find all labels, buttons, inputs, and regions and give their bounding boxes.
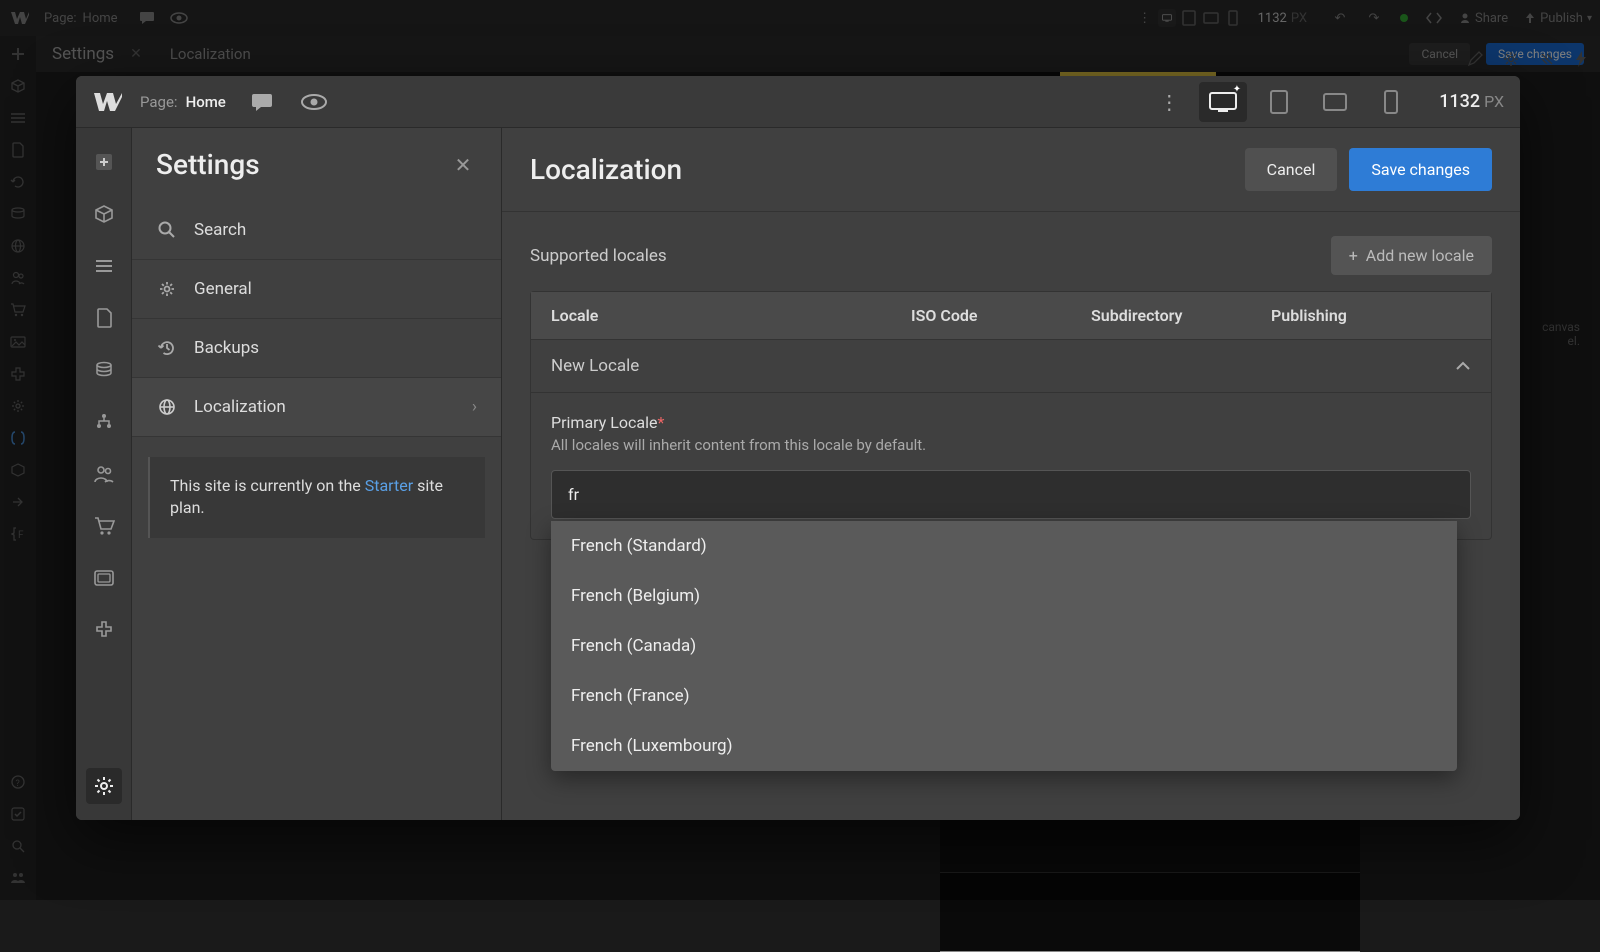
lines-icon[interactable] [86,248,122,284]
sidebar-item-localization[interactable]: Localization › [132,378,501,437]
more-icon[interactable]: ⋮ [1155,88,1183,116]
locale-search-input[interactable] [551,470,1471,519]
new-locale-row[interactable]: New Locale [531,339,1491,392]
chevron-right-icon: › [472,397,477,417]
save-changes-button[interactable]: Save changes [1349,148,1492,191]
dropdown-option[interactable]: French (Standard) [551,521,1457,571]
chevron-up-icon [1455,361,1471,371]
plus-icon: + [1349,246,1358,265]
box-icon[interactable] [86,196,122,232]
sidebar-item-backups[interactable]: Backups [132,319,501,378]
col-subdir: Subdirectory [1091,306,1271,325]
device-tablet-icon[interactable] [1255,82,1303,122]
sidebar-label-localization: Localization [194,397,286,417]
settings-gear-icon[interactable] [86,768,122,804]
settings-sidebar: Settings ✕ Search General Backups Locali… [132,128,502,820]
cms-icon[interactable] [86,352,122,388]
users-icon[interactable] [86,456,122,492]
history-icon [156,337,178,359]
dropdown-option[interactable]: French (France) [551,671,1457,721]
add-locale-label: Add new locale [1366,246,1474,265]
device-mobile-icon[interactable] [1367,82,1415,122]
col-iso: ISO Code [911,306,1091,325]
assets-icon[interactable] [86,560,122,596]
tree-icon[interactable] [86,404,122,440]
supported-locales-label: Supported locales [530,246,667,266]
callout-prefix: This site is currently on the [170,476,365,495]
sidebar-item-search[interactable]: Search [132,201,501,260]
ecommerce-icon[interactable] [86,508,122,544]
primary-locale-label: Primary Locale [551,413,657,432]
locale-form: Primary Locale* All locales will inherit… [531,392,1491,539]
star-badge-icon: ✦ [1233,84,1241,95]
gear-icon [156,278,178,300]
modal-icon-column [76,128,132,820]
settings-modal: Page: Home ⋮ ✦ 1132 PX [76,76,1520,820]
required-indicator: * [657,413,664,432]
device-tablet-landscape-icon[interactable] [1311,82,1359,122]
search-icon [156,219,178,241]
sidebar-label-search: Search [194,220,246,240]
sidebar-title: Settings [156,148,260,181]
canvas-width-unit: PX [1484,92,1504,111]
col-locale: Locale [551,306,911,325]
table-header: Locale ISO Code Subdirectory Publishing [531,292,1491,339]
modal-page-label: Page: [140,93,178,111]
primary-locale-help: All locales will inherit content from th… [551,436,1471,454]
cancel-button[interactable]: Cancel [1245,148,1338,191]
sidebar-item-general[interactable]: General [132,260,501,319]
dropdown-option[interactable]: French (Belgium) [551,571,1457,621]
modal-topbar: Page: Home ⋮ ✦ 1132 PX [76,76,1520,128]
plan-callout: This site is currently on the Starter si… [148,457,485,538]
device-desktop-icon[interactable]: ✦ [1199,82,1247,122]
webflow-logo-icon[interactable] [92,86,124,118]
content-area: Localization Cancel Save changes Support… [502,128,1520,820]
new-locale-label: New Locale [551,356,639,376]
preview-icon[interactable] [298,86,330,118]
sidebar-label-backups: Backups [194,338,259,358]
sidebar-label-general: General [194,279,252,299]
locale-table: Locale ISO Code Subdirectory Publishing … [530,291,1492,540]
apps-icon[interactable] [86,612,122,648]
comment-icon[interactable] [246,86,278,118]
content-title: Localization [530,153,682,186]
dropdown-option[interactable]: French (Canada) [551,621,1457,671]
globe-icon [156,396,178,418]
dropdown-option[interactable]: French (Luxembourg) [551,721,1457,771]
add-panel-icon[interactable] [86,144,122,180]
plan-link[interactable]: Starter [365,476,413,495]
close-icon[interactable]: ✕ [449,151,477,179]
add-locale-button[interactable]: + Add new locale [1331,236,1492,275]
page-icon[interactable] [86,300,122,336]
col-publishing: Publishing [1271,306,1471,325]
locale-dropdown[interactable]: French (Standard) French (Belgium) Frenc… [551,521,1457,771]
modal-page-name[interactable]: Home [186,93,226,111]
canvas-width-value[interactable]: 1132 [1439,91,1480,112]
